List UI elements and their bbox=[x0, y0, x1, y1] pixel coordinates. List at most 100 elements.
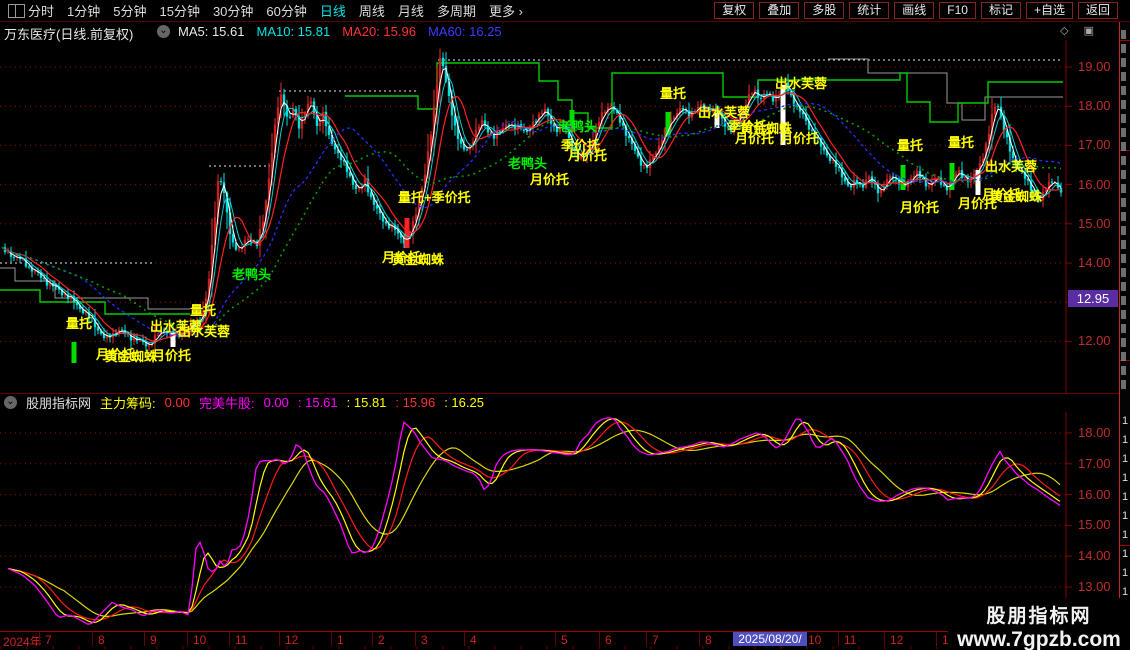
sidebar-glyph bbox=[1121, 226, 1126, 235]
sub-axis-label-5: 13.00 bbox=[1078, 579, 1111, 594]
time-label-17: 12 bbox=[890, 633, 903, 647]
signal-annotation-6: 量托 bbox=[190, 303, 216, 318]
sidebar-glyph bbox=[1121, 86, 1126, 95]
indicator-panel-header: ⌄ 股朋指标网主力筹码:0.00完美牛股:0.00: 15.61: 15.81:… bbox=[0, 394, 484, 411]
toolbar-button-4[interactable]: 画线 bbox=[894, 2, 934, 19]
right-sidebar-strip[interactable]: 111111111111 bbox=[1119, 22, 1130, 650]
sidebar-digit: 1 bbox=[1122, 510, 1128, 522]
sidebar-glyph bbox=[1121, 156, 1126, 165]
sidebar-glyph bbox=[1121, 72, 1126, 81]
time-label-16: 11 bbox=[844, 633, 856, 647]
toolbar-button-1[interactable]: 叠加 bbox=[759, 2, 799, 19]
chevron-down-icon[interactable]: ⌄ bbox=[157, 25, 170, 38]
menu-item-2[interactable]: 5分钟 bbox=[113, 1, 146, 20]
time-label-3: 9 bbox=[150, 633, 157, 647]
sidebar-digit: 1 bbox=[1122, 491, 1128, 503]
sidebar-glyph bbox=[1121, 380, 1126, 389]
sidebar-glyph bbox=[1121, 184, 1126, 193]
toolbar-button-0[interactable]: 复权 bbox=[714, 2, 754, 19]
sub-axis-label-3: 15.00 bbox=[1078, 517, 1111, 532]
sub-axis-label-0: 18.00 bbox=[1078, 425, 1111, 440]
signal-annotation-24: 量托 bbox=[948, 135, 974, 150]
signal-annotation-26: 月价托 bbox=[899, 200, 939, 215]
sidebar-glyph bbox=[1121, 366, 1126, 375]
signal-annotation-13: 老鸭头 bbox=[557, 119, 597, 134]
toolbar-button-2[interactable]: 多股 bbox=[804, 2, 844, 19]
tool-menu: 复权叠加多股统计画线 F10 标记 +自选返回 bbox=[714, 2, 1118, 19]
ma-value-1: MA10: 15.81 bbox=[257, 24, 331, 39]
toolbar-button-3[interactable]: 统计 bbox=[849, 2, 889, 19]
signal-annotation-17: 出水芙蓉 bbox=[698, 105, 751, 120]
ma-value-3: MA60: 16.25 bbox=[428, 24, 502, 39]
time-tick-18 bbox=[936, 632, 937, 646]
sidebar-glyph bbox=[1121, 268, 1126, 277]
sidebar-glyph bbox=[1121, 310, 1126, 319]
main-axis-label-4: 15.00 bbox=[1078, 216, 1111, 231]
sidebar-digit: 1 bbox=[1122, 586, 1128, 598]
time-label-6: 12 bbox=[285, 633, 298, 647]
sidebar-glyph bbox=[1121, 324, 1126, 333]
main-candlestick-chart[interactable]: 量托出水芙蓉出水芙蓉月价托黄金蜘蛛月价托量托老鸭头量托+季价托月价托黄金蜘蛛老鸭… bbox=[0, 40, 1130, 393]
main-axis-label-5: 14.00 bbox=[1078, 255, 1111, 270]
ma-values: MA5: 15.61MA10: 15.81MA20: 15.96MA60: 16… bbox=[178, 24, 502, 39]
menu-item-4[interactable]: 30分钟 bbox=[213, 1, 253, 20]
sidebar-digit: 1 bbox=[1122, 567, 1128, 579]
time-label-8: 2 bbox=[378, 633, 385, 647]
sidebar-glyph bbox=[1121, 142, 1126, 151]
time-label-15: 10 bbox=[808, 633, 821, 647]
menu-item-3[interactable]: 15分钟 bbox=[159, 1, 199, 20]
time-label-9: 3 bbox=[421, 633, 428, 647]
sidebar-glyph bbox=[1121, 198, 1126, 207]
main-axis-label-3: 16.00 bbox=[1078, 177, 1111, 192]
time-tick-5 bbox=[229, 632, 230, 646]
sidebar-glyph bbox=[1121, 212, 1126, 221]
signal-annotation-7: 老鸭头 bbox=[231, 267, 271, 282]
menu-item-9[interactable]: 多周期 bbox=[437, 1, 476, 20]
time-label-4: 10 bbox=[193, 633, 206, 647]
time-tick-13 bbox=[646, 632, 647, 646]
menu-item-10[interactable]: 更多 › bbox=[489, 1, 523, 20]
time-tick-4 bbox=[187, 632, 188, 646]
signal-annotation-11: 老鸭头 bbox=[507, 156, 547, 171]
menu-item-0[interactable]: 分时 bbox=[28, 1, 54, 20]
time-tick-10 bbox=[464, 632, 465, 646]
sidebar-digit: 1 bbox=[1122, 529, 1128, 541]
signal-annotation-12: 月价托 bbox=[529, 172, 569, 187]
time-tick-2 bbox=[92, 632, 93, 646]
time-tick-8 bbox=[372, 632, 373, 646]
signal-annotation-22: 出水芙蓉 bbox=[775, 76, 828, 91]
time-label-7: 1 bbox=[337, 633, 344, 647]
sidebar-digit: 1 bbox=[1122, 472, 1128, 484]
menu-item-7[interactable]: 周线 bbox=[359, 1, 385, 20]
ma-value-2: MA20: 15.96 bbox=[342, 24, 416, 39]
toolbar-button-6[interactable]: 标记 bbox=[981, 2, 1021, 19]
top-menu-bar: 分时 1分钟 5分钟 15分钟 30分钟 60分钟日线周线月线多周期更多 › 复权叠加多股… bbox=[0, 0, 1130, 22]
time-tick-3 bbox=[144, 632, 145, 646]
menu-item-5[interactable]: 60分钟 bbox=[266, 1, 306, 20]
menu-item-8[interactable]: 月线 bbox=[398, 1, 424, 20]
signal-annotation-2: 出水芙蓉 bbox=[178, 324, 231, 339]
sidebar-glyph bbox=[1121, 114, 1126, 123]
signal-annotation-21: 月价托 bbox=[779, 131, 819, 146]
sub-axis-label-4: 14.00 bbox=[1078, 548, 1111, 563]
time-label-12: 6 bbox=[605, 633, 612, 647]
signal-annotation-15: 月价托 bbox=[567, 148, 607, 163]
sidebar-glyph bbox=[1121, 44, 1126, 53]
main-axis-label-7: 12.00 bbox=[1078, 333, 1111, 348]
toolbar-button-7[interactable]: +自选 bbox=[1026, 2, 1073, 19]
watermark-site-name: 股朋指标网 bbox=[948, 601, 1130, 628]
signal-annotation-0: 量托 bbox=[66, 316, 92, 331]
sidebar-digit: 1 bbox=[1122, 453, 1128, 465]
menu-item-6[interactable]: 日线 bbox=[320, 1, 346, 20]
window-corner-icons[interactable]: ◇ ▣ bbox=[1060, 24, 1100, 37]
indicator-header-item-3: 完美牛股: bbox=[199, 393, 255, 412]
toolbar-button-5[interactable]: F10 bbox=[939, 2, 976, 19]
signal-annotation-5: 月价托 bbox=[151, 348, 191, 363]
watermark-url: www.7gpzb.com bbox=[948, 628, 1130, 650]
layout-grid-icon[interactable] bbox=[8, 4, 25, 18]
toolbar-button-8[interactable]: 返回 bbox=[1078, 2, 1118, 19]
menu-item-1[interactable]: 1分钟 bbox=[67, 1, 100, 20]
time-tick-6 bbox=[279, 632, 280, 646]
time-tick-17 bbox=[884, 632, 885, 646]
chevron-down-icon[interactable]: ⌄ bbox=[4, 396, 17, 409]
